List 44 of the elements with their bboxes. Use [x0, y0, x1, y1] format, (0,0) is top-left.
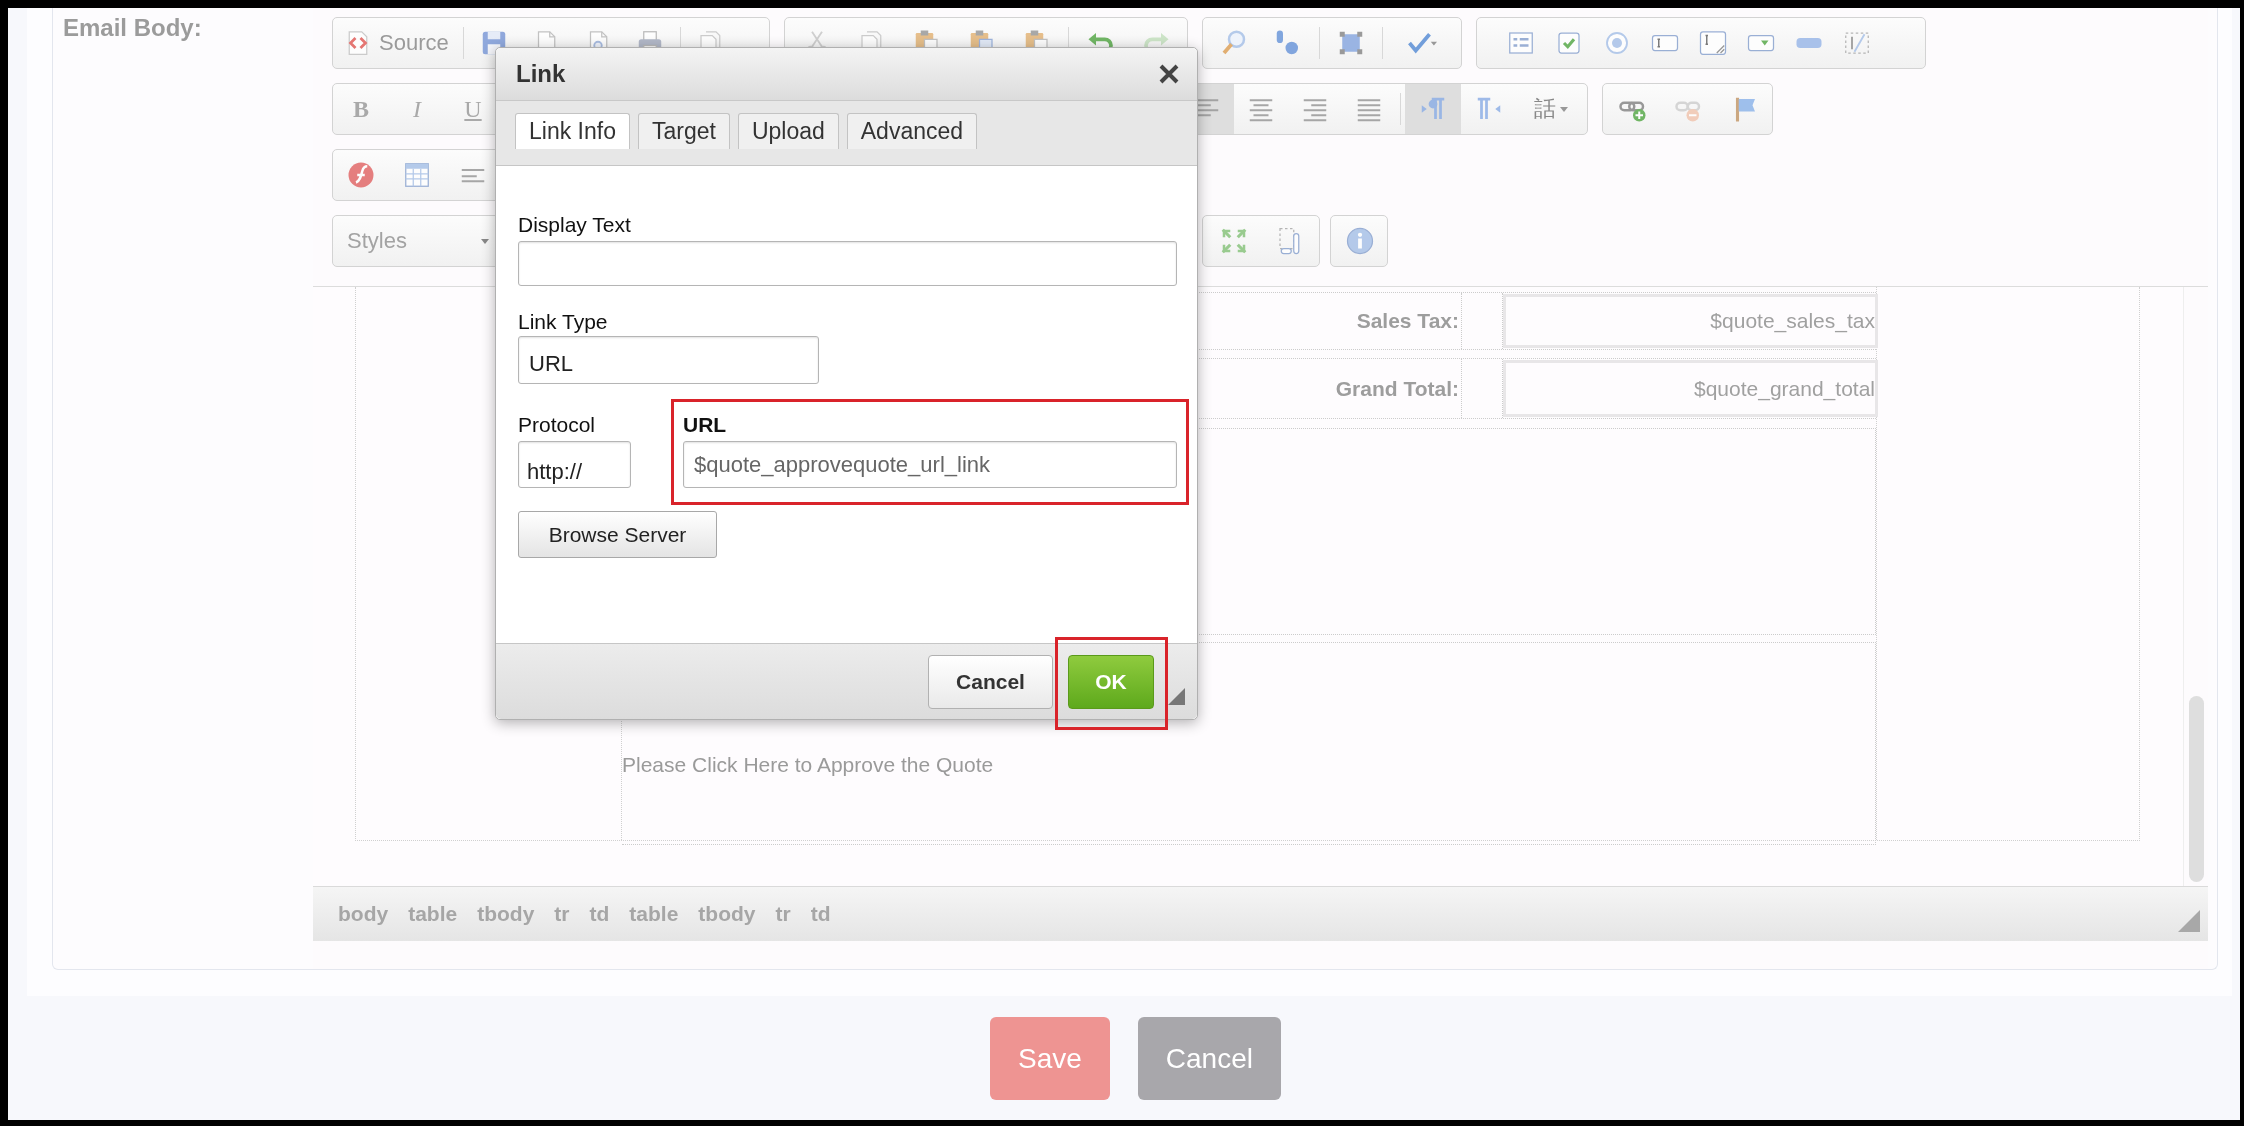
info-icon[interactable] — [1345, 226, 1375, 256]
path-item[interactable]: table — [629, 902, 679, 926]
link-type-select[interactable]: URL — [518, 336, 819, 384]
bold-button[interactable]: B — [333, 84, 389, 134]
field-label: URL — [683, 412, 728, 438]
maximize-icon[interactable] — [1219, 226, 1249, 256]
link-text[interactable]: Please Click Here to Approve the Quote — [622, 753, 994, 776]
table-icon[interactable] — [402, 160, 432, 190]
field-label: Link Type — [518, 309, 608, 335]
total-label: Grand Total: — [1335, 376, 1460, 401]
text-area-icon[interactable] — [1698, 28, 1728, 58]
dialog-tab[interactable]: Target — [637, 113, 730, 149]
language-button[interactable]: 話 — [1517, 84, 1587, 134]
path-item[interactable]: tr — [775, 902, 791, 926]
path-item[interactable]: td — [589, 902, 610, 926]
dialog-tab[interactable]: Upload — [737, 113, 839, 149]
display-text-field[interactable] — [518, 241, 1177, 286]
path-item[interactable]: table — [408, 902, 458, 926]
field-label: Display Text — [518, 212, 631, 238]
total-label: Sales Tax: — [1356, 309, 1460, 333]
caret-icon — [1558, 104, 1570, 114]
flash-icon[interactable] — [346, 160, 376, 190]
path-item[interactable]: tbody — [698, 902, 756, 926]
save-button[interactable]: Save — [990, 1017, 1110, 1100]
path-item[interactable]: tr — [554, 902, 570, 926]
browse-server-button[interactable]: Browse Server — [518, 511, 717, 558]
resize-grip-icon[interactable] — [1168, 688, 1185, 705]
italic-button[interactable]: I — [389, 84, 445, 134]
field-label: Email Body: — [63, 14, 202, 41]
close-icon[interactable] — [1157, 62, 1181, 86]
dialog-title: Link — [516, 60, 566, 88]
url-field[interactable]: $quote_approvequote_url_link — [683, 441, 1177, 488]
path-item[interactable]: td — [810, 902, 831, 926]
cancel-button[interactable]: Cancel — [928, 654, 1053, 709]
dialog-tab[interactable]: Advanced — [846, 113, 978, 149]
cancel-button[interactable]: Cancel — [1137, 1017, 1281, 1100]
field-label: Protocol — [518, 412, 597, 438]
path-item[interactable]: body — [338, 902, 389, 926]
dialog-tab[interactable]: Link Info — [515, 113, 630, 149]
protocol-select[interactable]: http:// — [518, 441, 631, 488]
caret-icon — [479, 236, 491, 246]
path-item[interactable]: tbody — [477, 902, 535, 926]
ok-button[interactable]: OK — [1068, 654, 1154, 709]
toolbar-button[interactable] — [1405, 84, 1461, 134]
